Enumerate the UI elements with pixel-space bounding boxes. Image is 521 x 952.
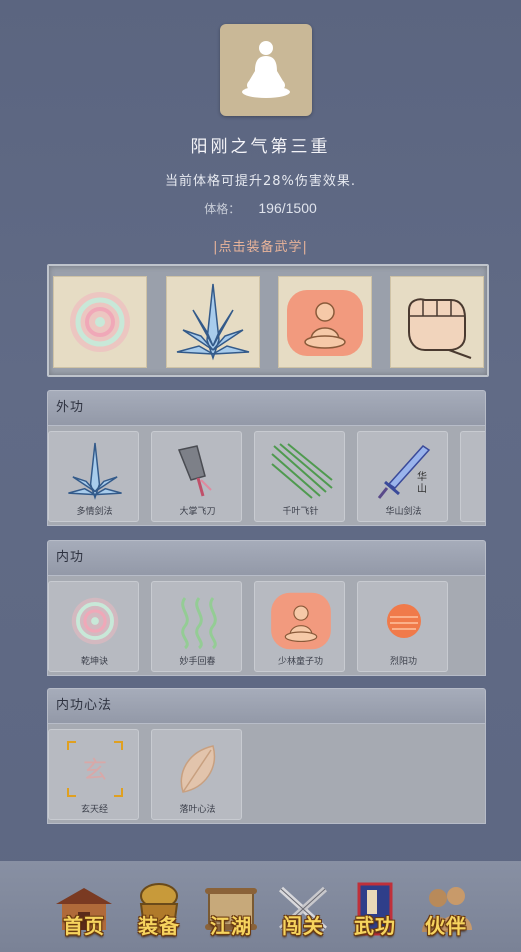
skill-name: 华山剑法 (385, 507, 422, 517)
fist-icon (408, 298, 472, 359)
xuan-icon: 玄 (66, 741, 123, 797)
skill-card[interactable]: 大掌飞刀 (151, 431, 242, 522)
nav-label: 闯关 (282, 914, 324, 938)
skill-name: 乾坤诀 (80, 657, 108, 667)
skill-name: 玄天经 (80, 805, 108, 815)
equip-slot-4[interactable] (390, 276, 484, 368)
skill-list: 乾坤诀 妙手回春 少林童子功 烈阳功 (47, 576, 486, 676)
section-title: 外功 (47, 390, 486, 426)
svg-text:华: 华 (417, 470, 427, 483)
equip-slot-3[interactable] (278, 276, 372, 368)
skill-card[interactable]: 少林童子功 (254, 581, 345, 672)
physique-label: 体格： (204, 202, 241, 216)
physique-stat: 体格： 196/1500 (0, 200, 521, 217)
skill-card[interactable]: 妙手回春 (151, 581, 242, 672)
monk-icon (270, 592, 331, 650)
skill-card[interactable]: 千叶飞针 (254, 431, 345, 522)
skill-name: 大掌飞刀 (179, 507, 216, 517)
skill-name: 千叶飞针 (282, 507, 319, 517)
skill-name: 妙手回春 (179, 657, 216, 667)
equip-slot-1[interactable] (53, 276, 147, 368)
section-internal-methods: 内功心法 玄 玄天经 落叶心法 (47, 688, 486, 824)
nav-label: 伙伴 (425, 914, 467, 938)
spiral-icon (70, 292, 130, 352)
realm-description: 当前体格可提升28%伤害效果. (164, 174, 357, 189)
nav-label: 武功 (354, 914, 396, 938)
section-title: 内功心法 (47, 688, 486, 724)
nav-equipment-button[interactable]: 装备 (127, 877, 191, 941)
skill-list: 玄 玄天经 落叶心法 (47, 724, 486, 824)
skill-card[interactable]: 玄 玄天经 (48, 729, 139, 820)
skill-name: 少林童子功 (277, 657, 323, 667)
skill-card[interactable]: 落叶心法 (151, 729, 242, 820)
svg-text:山: 山 (417, 483, 427, 495)
skill-card-partial[interactable] (460, 431, 485, 522)
skill-card[interactable]: 烈阳功 (357, 581, 448, 672)
skill-card[interactable]: 华 山 华山剑法 (357, 431, 448, 522)
nav-label: 装备 (138, 914, 180, 938)
svg-text:玄: 玄 (83, 756, 107, 784)
nav-challenge-button[interactable]: 闯关 (271, 877, 335, 941)
bottom-navigation: 首页 装备 江湖 闯关 武功 伙伴 (0, 861, 521, 952)
section-title: 内功 (47, 540, 486, 576)
nav-label: 首页 (63, 914, 105, 938)
sword-icon: 华 山 (377, 445, 430, 499)
skill-name: 多情剑法 (76, 507, 113, 517)
needles-icon (270, 443, 333, 499)
equip-slot-2[interactable] (166, 276, 260, 368)
sun-icon (386, 604, 421, 638)
waves-icon (180, 597, 217, 650)
spiral-icon (71, 597, 118, 645)
equipped-slots (47, 264, 489, 377)
skill-card[interactable]: 乾坤诀 (48, 581, 139, 672)
nav-partners-button[interactable]: 伙伴 (414, 877, 478, 941)
physique-value: 196/1500 (258, 200, 317, 216)
skill-name: 烈阳功 (389, 657, 417, 667)
nav-jianghu-button[interactable]: 江湖 (199, 877, 263, 941)
realm-title: 阳刚之气第三重 (190, 137, 331, 157)
equip-skill-button[interactable]: |点击装备武学| (0, 236, 521, 255)
nav-label: 江湖 (210, 914, 252, 938)
skill-card[interactable]: 多情剑法 (48, 431, 139, 522)
monk-icon (287, 290, 363, 356)
cleaver-icon (177, 445, 212, 497)
section-external-skills: 外功 多情剑法 大掌飞刀 千叶飞针 华 山 华山剑法 (47, 390, 486, 526)
nav-martial-arts-button[interactable]: 武功 (343, 877, 407, 941)
skill-name: 落叶心法 (179, 805, 216, 815)
skill-list: 多情剑法 大掌飞刀 千叶飞针 华 山 华山剑法 (47, 426, 486, 526)
blade-fan-icon (67, 442, 122, 500)
leaf-icon (180, 745, 215, 793)
meditation-avatar (220, 24, 312, 116)
meditating-figure-icon (242, 41, 290, 98)
section-internal-skills: 内功 乾坤诀 妙手回春 少林童子功 烈阳功 (47, 540, 486, 676)
nav-home-button[interactable]: 首页 (52, 877, 116, 941)
blade-fan-icon (176, 283, 250, 361)
